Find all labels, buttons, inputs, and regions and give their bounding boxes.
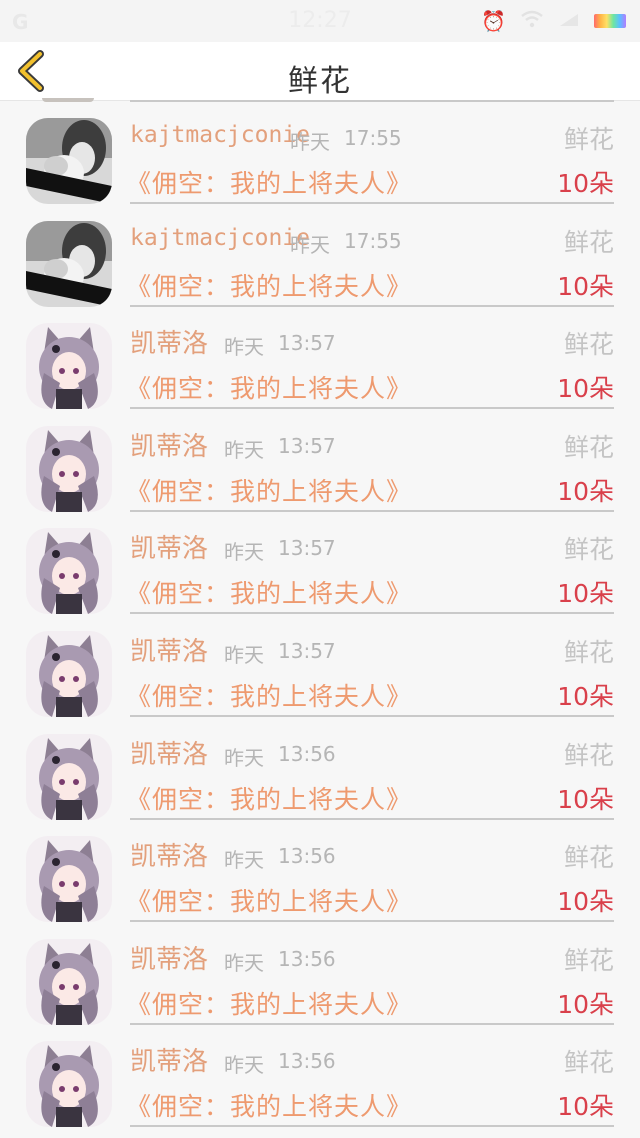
username[interactable]: 凯蒂洛 <box>130 734 208 771</box>
gift-type: 鲜花 <box>563 638 614 667</box>
timestamp: 13:56 <box>278 1049 336 1074</box>
list-item[interactable]: kajtmacjconie 昨天 17:55 鲜花《佣空：我的上将夫人》 10朵 <box>0 203 640 307</box>
avatar[interactable] <box>26 733 112 820</box>
timestamp: 13:57 <box>278 536 336 561</box>
gift-amount: 10朵 <box>557 476 614 506</box>
book-title[interactable]: 《佣空：我的上将夫人》 <box>126 882 412 918</box>
avatar[interactable] <box>26 220 112 307</box>
username[interactable]: kajtmacjconie <box>130 122 310 148</box>
day-label: 昨天 <box>290 232 330 257</box>
timestamp: 13:57 <box>278 433 336 458</box>
username[interactable]: 凯蒂洛 <box>130 939 208 976</box>
gift-amount: 10朵 <box>557 579 614 609</box>
signal-icon <box>558 11 580 31</box>
gift-type: 鲜花 <box>563 125 614 154</box>
day-label: 昨天 <box>224 643 264 667</box>
book-title[interactable]: 《佣空：我的上将夫人》 <box>126 780 412 816</box>
timestamp: 13:57 <box>278 639 336 663</box>
username[interactable]: 凯蒂洛 <box>130 323 208 360</box>
gift-amount: 10朵 <box>557 169 614 198</box>
day-label: 昨天 <box>290 130 330 154</box>
username[interactable]: 凯蒂洛 <box>130 426 208 463</box>
gift-type: 鲜花 <box>563 843 614 873</box>
day-label: 昨天 <box>224 1053 264 1078</box>
gift-type: 鲜花 <box>563 330 614 360</box>
book-title[interactable]: 《佣空：我的上将夫人》 <box>126 164 412 200</box>
username[interactable]: kajtmacjconie <box>130 225 310 251</box>
status-icons: ⏰ <box>481 10 626 31</box>
avatar[interactable] <box>26 631 112 717</box>
list-item[interactable]: 凯蒂洛 昨天 13:57 鲜花《佣空：我的上将夫人》 10朵 <box>0 613 640 717</box>
timestamp: 17:55 <box>344 228 402 253</box>
book-title[interactable]: 《佣空：我的上将夫人》 <box>126 677 412 713</box>
book-title[interactable]: 《佣空：我的上将夫人》 <box>126 985 412 1021</box>
timestamp: 17:55 <box>344 126 402 150</box>
avatar[interactable] <box>26 528 112 615</box>
timestamp: 13:56 <box>278 946 336 971</box>
day-label: 昨天 <box>224 335 264 360</box>
day-label: 昨天 <box>224 745 264 770</box>
day-label: 昨天 <box>224 437 264 462</box>
timestamp: 13:57 <box>278 331 336 356</box>
avatar[interactable] <box>26 1041 112 1128</box>
username[interactable]: 凯蒂洛 <box>130 836 208 873</box>
avatar[interactable] <box>26 425 112 512</box>
book-title[interactable]: 《佣空：我的上将夫人》 <box>126 369 412 405</box>
book-title[interactable]: 《佣空：我的上将夫人》 <box>126 574 412 610</box>
list-item[interactable]: 凯蒂洛 昨天 13:56 鲜花《佣空：我的上将夫人》 10朵 <box>0 818 640 923</box>
page-title: 鲜花 <box>288 64 352 99</box>
gift-type: 鲜花 <box>563 1048 614 1078</box>
username[interactable]: 凯蒂洛 <box>130 1041 208 1078</box>
battery-icon <box>594 13 626 28</box>
divider <box>130 1125 614 1128</box>
list-item[interactable]: 凯蒂洛 昨天 13:57 鲜花《佣空：我的上将夫人》 10朵 <box>0 510 640 615</box>
gift-amount: 10朵 <box>557 271 614 301</box>
alarm-icon: ⏰ <box>481 8 506 33</box>
timestamp: 13:56 <box>278 741 336 766</box>
list-item[interactable]: kajtmacjconie 昨天 17:55 鲜花《佣空：我的上将夫人》 10朵 <box>0 100 640 204</box>
gift-type: 鲜花 <box>563 432 614 462</box>
username[interactable]: 凯蒂洛 <box>130 528 208 565</box>
gift-amount: 10朵 <box>557 374 614 404</box>
day-label: 昨天 <box>224 848 264 873</box>
gift-amount: 10朵 <box>557 784 614 814</box>
avatar[interactable] <box>26 836 112 923</box>
gift-amount: 10朵 <box>557 989 614 1019</box>
day-label: 昨天 <box>224 950 264 975</box>
list-item[interactable]: 凯蒂洛 昨天 13:56 鲜花《佣空：我的上将夫人》 10朵 <box>0 716 640 820</box>
list-item[interactable]: 凯蒂洛 昨天 13:57 鲜花《佣空：我的上将夫人》 10朵 <box>0 408 640 512</box>
timestamp: 13:56 <box>278 844 336 869</box>
gift-amount: 10朵 <box>557 682 614 711</box>
book-title[interactable]: 《佣空：我的上将夫人》 <box>126 267 412 303</box>
wifi-icon <box>520 10 544 31</box>
username[interactable]: 凯蒂洛 <box>130 631 208 668</box>
list-item[interactable]: 凯蒂洛 昨天 13:57 鲜花《佣空：我的上将夫人》 10朵 <box>0 305 640 410</box>
book-title[interactable]: 《佣空：我的上将夫人》 <box>126 472 412 508</box>
list-item[interactable]: 凯蒂洛 昨天 13:56 鲜花《佣空：我的上将夫人》 10朵 <box>0 921 640 1025</box>
gift-amount: 10朵 <box>557 887 614 917</box>
nav-bar: 鲜花 <box>0 42 640 101</box>
book-title[interactable]: 《佣空：我的上将夫人》 <box>126 1087 412 1123</box>
gift-type: 鲜花 <box>563 227 614 257</box>
gift-type: 鲜花 <box>563 740 614 770</box>
list-item[interactable]: 凯蒂洛 昨天 13:56 鲜花《佣空：我的上将夫人》 10朵 <box>0 1023 640 1128</box>
status-bar: G 12:27 ⏰ <box>0 0 640 42</box>
avatar[interactable] <box>26 938 112 1025</box>
avatar[interactable] <box>26 323 112 410</box>
gift-type: 鲜花 <box>563 945 614 975</box>
avatar[interactable] <box>26 118 112 204</box>
day-label: 昨天 <box>224 540 264 565</box>
gift-amount: 10朵 <box>557 1092 614 1122</box>
gift-type: 鲜花 <box>563 535 614 565</box>
